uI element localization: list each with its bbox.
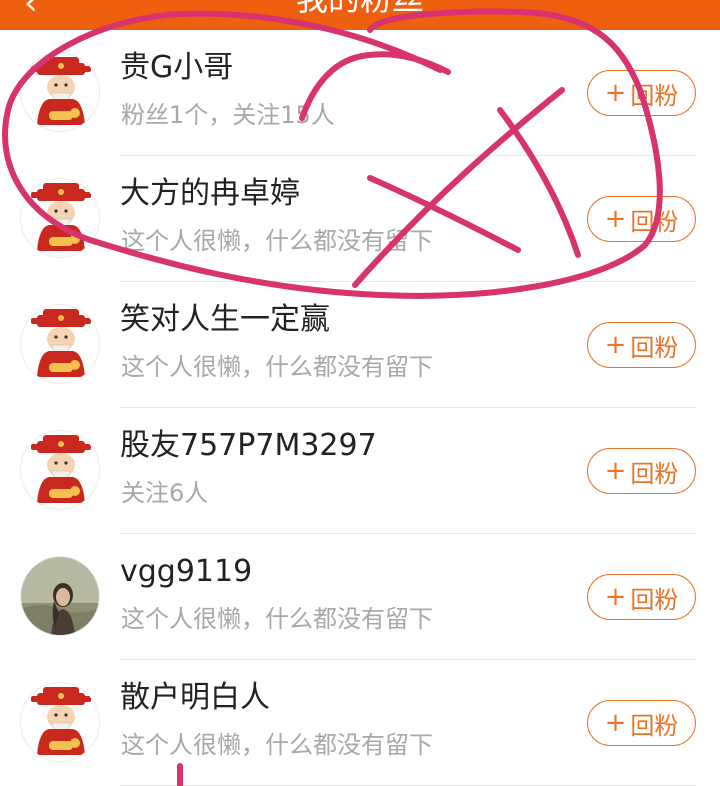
fortune-god-avatar[interactable] [20, 682, 100, 762]
fan-name[interactable]: 大方的冉卓婷 [120, 176, 300, 212]
fortune-god-icon [31, 435, 91, 503]
fan-subtitle: 这个人很懒，什么都没有留下 [121, 605, 433, 633]
fortune-god-avatar[interactable] [20, 52, 100, 132]
fortune-god-icon [31, 309, 91, 377]
fan-subtitle: 这个人很懒，什么都没有留下 [121, 731, 433, 759]
follow-back-label: 回粉 [630, 207, 679, 236]
fortune-god-avatar[interactable] [20, 178, 100, 258]
fortune-god-avatar[interactable] [20, 430, 100, 510]
follow-back-label: 回粉 [630, 585, 679, 614]
fan-name[interactable]: 散户明白人 [120, 680, 270, 716]
fan-row[interactable]: 散户明白人 这个人很懒，什么都没有留下 + 回粉 [0, 660, 720, 786]
top-bar: ‹ 我的粉丝 [0, 0, 720, 30]
fan-name[interactable]: vgg9119 [120, 554, 252, 590]
fortune-god-avatar[interactable] [20, 304, 100, 384]
fortune-god-icon [31, 57, 91, 125]
fan-list: 贵G小哥 粉丝1个，关注15人 + 回粉 大方的冉卓婷 这个人很懒，什么都没有留… [0, 30, 720, 786]
fortune-god-icon [31, 183, 91, 251]
follow-back-label: 回粉 [630, 711, 679, 740]
portrait-photo-icon [21, 557, 99, 635]
fan-row[interactable]: 笑对人生一定赢 这个人很懒，什么都没有留下 + 回粉 [0, 282, 720, 408]
fan-subtitle: 粉丝1个，关注15人 [121, 101, 335, 129]
plus-icon: + [604, 330, 627, 360]
follow-back-label: 回粉 [630, 333, 679, 362]
plus-icon: + [604, 456, 627, 486]
follow-back-button[interactable]: + 回粉 [587, 700, 696, 746]
follow-back-button[interactable]: + 回粉 [587, 196, 696, 242]
plus-icon: + [604, 582, 627, 612]
fan-row[interactable]: vgg9119 这个人很懒，什么都没有留下 + 回粉 [0, 534, 720, 660]
fan-subtitle: 这个人很懒，什么都没有留下 [121, 353, 433, 381]
follow-back-button[interactable]: + 回粉 [587, 70, 696, 116]
fan-subtitle: 关注6人 [121, 479, 209, 507]
plus-icon: + [604, 204, 627, 234]
fan-name[interactable]: 贵G小哥 [120, 50, 233, 86]
follow-back-label: 回粉 [630, 81, 679, 110]
follow-back-label: 回粉 [630, 459, 679, 488]
fan-row[interactable]: 股友757P7M3297 关注6人 + 回粉 [0, 408, 720, 534]
fan-row[interactable]: 大方的冉卓婷 这个人很懒，什么都没有留下 + 回粉 [0, 156, 720, 282]
plus-icon: + [604, 708, 627, 738]
fan-name[interactable]: 股友757P7M3297 [120, 428, 377, 464]
photo-avatar[interactable] [20, 556, 100, 636]
fan-subtitle: 这个人很懒，什么都没有留下 [121, 227, 433, 255]
fortune-god-icon [31, 687, 91, 755]
follow-back-button[interactable]: + 回粉 [587, 448, 696, 494]
plus-icon: + [604, 78, 627, 108]
follow-back-button[interactable]: + 回粉 [587, 322, 696, 368]
fan-row[interactable]: 贵G小哥 粉丝1个，关注15人 + 回粉 [0, 30, 720, 156]
page-title: 我的粉丝 [0, 0, 720, 16]
follow-back-button[interactable]: + 回粉 [587, 574, 696, 620]
fan-name[interactable]: 笑对人生一定赢 [120, 302, 330, 338]
